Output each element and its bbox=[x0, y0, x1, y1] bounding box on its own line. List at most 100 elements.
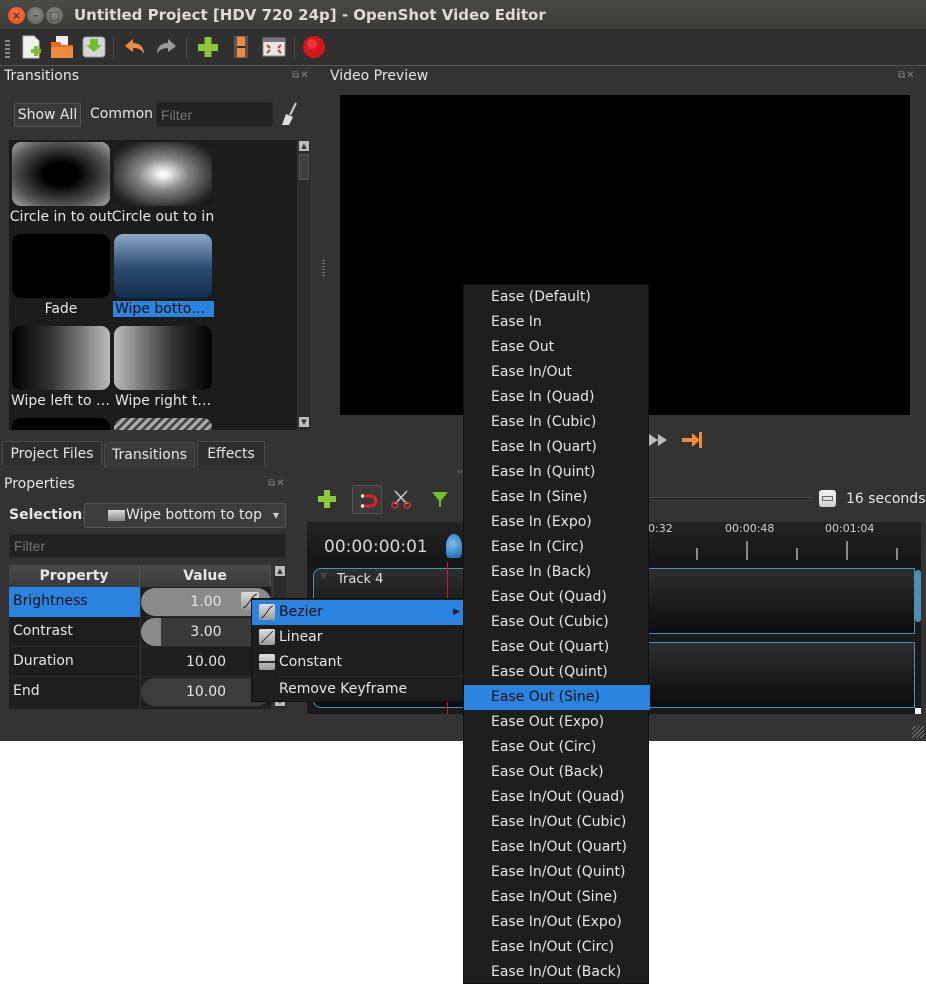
submenu-item[interactable]: Ease In (Back) bbox=[464, 560, 650, 585]
redo-icon bbox=[157, 39, 176, 54]
import-files-button[interactable] bbox=[195, 34, 221, 60]
submenu-item[interactable]: Ease Out (Sine) bbox=[464, 685, 650, 710]
submenu-item[interactable]: Ease In (Circ) bbox=[464, 535, 650, 560]
transition-label[interactable]: Wipe right t… bbox=[115, 393, 211, 409]
transition-thumb-circle-out-to-in[interactable] bbox=[114, 142, 212, 206]
save-project-button[interactable] bbox=[81, 34, 107, 60]
jump-to-end-icon bbox=[682, 432, 702, 448]
jump-to-end-button[interactable] bbox=[680, 429, 704, 451]
tab-effects[interactable]: Effects bbox=[197, 441, 265, 466]
submenu-item[interactable]: Ease Out (Quad) bbox=[464, 585, 650, 610]
add-icon bbox=[198, 37, 218, 57]
properties-dock-buttons[interactable]: ⧉✕ bbox=[268, 478, 286, 489]
timeline-vertical-scrollbar[interactable] bbox=[915, 570, 921, 622]
submenu-item[interactable]: Ease In (Quart) bbox=[464, 435, 650, 460]
submenu-item[interactable]: Ease Out bbox=[464, 335, 650, 360]
submenu-item[interactable]: Ease Out (Quint) bbox=[464, 660, 650, 685]
submenu-item[interactable]: Ease In/Out (Circ) bbox=[464, 935, 650, 960]
submenu-item[interactable]: Ease In/Out (Cubic) bbox=[464, 810, 650, 835]
transition-thumb-wipe-left-to-right[interactable] bbox=[12, 326, 110, 390]
current-time-display: 00:00:00:01 bbox=[324, 537, 428, 557]
add-track-button[interactable] bbox=[316, 488, 338, 510]
column-header-property[interactable]: Property bbox=[9, 565, 140, 587]
window-close-button[interactable]: × bbox=[8, 7, 25, 24]
redo-button[interactable] bbox=[154, 34, 180, 60]
razor-tool-button[interactable] bbox=[390, 488, 412, 510]
show-all-button[interactable]: Show All bbox=[14, 103, 81, 127]
scroll-up-arrow-icon[interactable]: ▲ bbox=[275, 566, 285, 576]
selection-dropdown[interactable]: Wipe bottom to top ▼ bbox=[84, 503, 286, 528]
playhead-handle[interactable] bbox=[446, 534, 462, 558]
submenu-item[interactable]: Ease Out (Circ) bbox=[464, 735, 650, 760]
submenu-item[interactable]: Ease In/Out (Quad) bbox=[464, 785, 650, 810]
window-maximize-button[interactable]: □ bbox=[46, 7, 63, 24]
profile-button[interactable] bbox=[228, 34, 254, 60]
clear-filter-button[interactable] bbox=[280, 102, 300, 126]
toolbar-grip-handle[interactable] bbox=[5, 40, 10, 58]
video-preview-dock-buttons[interactable]: ⧉✕ bbox=[898, 70, 916, 81]
submenu-item[interactable]: Ease In/Out (Expo) bbox=[464, 910, 650, 935]
new-project-button[interactable] bbox=[18, 34, 44, 60]
column-header-value[interactable]: Value bbox=[140, 565, 271, 587]
fast-forward-button[interactable] bbox=[648, 432, 670, 448]
submenu-item[interactable]: Ease In/Out (Sine) bbox=[464, 885, 650, 910]
submenu-item[interactable]: Ease Out (Back) bbox=[464, 760, 650, 785]
open-folder-icon bbox=[51, 36, 73, 58]
submenu-item[interactable]: Ease (Default) bbox=[464, 285, 650, 310]
zoom-slider-handle[interactable] bbox=[819, 490, 836, 507]
submenu-item[interactable]: Ease Out (Cubic) bbox=[464, 610, 650, 635]
export-video-button[interactable] bbox=[301, 34, 327, 60]
transition-thumb[interactable] bbox=[12, 418, 110, 430]
submenu-item[interactable]: Ease Out (Expo) bbox=[464, 710, 650, 735]
resize-grip[interactable] bbox=[912, 726, 924, 738]
timeline-zoom-slider[interactable] bbox=[640, 497, 812, 501]
transition-label[interactable]: Circle in to out bbox=[9, 209, 113, 225]
properties-filter-input[interactable] bbox=[9, 534, 286, 558]
window-minimize-button[interactable]: – bbox=[27, 7, 44, 24]
submenu-item[interactable]: Ease Out (Quart) bbox=[464, 635, 650, 660]
menu-item-remove-keyframe[interactable]: Remove Keyframe bbox=[252, 677, 465, 702]
property-name: Duration bbox=[13, 653, 74, 669]
undo-button[interactable] bbox=[121, 34, 147, 60]
transition-thumb[interactable] bbox=[114, 418, 212, 430]
transitions-scrollbar[interactable]: ▲ ▼ bbox=[297, 140, 310, 430]
toolbar-separator bbox=[113, 38, 114, 58]
transition-thumb-wipe-right-to-left[interactable] bbox=[114, 326, 212, 390]
transition-thumb-wipe-bottom-to-top[interactable] bbox=[114, 234, 212, 298]
transition-label[interactable]: Wipe left to … bbox=[11, 393, 110, 409]
submenu-item[interactable]: Ease In bbox=[464, 310, 650, 335]
transitions-dock-buttons[interactable]: ⧉✕ bbox=[292, 70, 310, 81]
scrollbar-thumb[interactable] bbox=[299, 154, 309, 180]
submenu-item[interactable]: Ease In/Out (Quint) bbox=[464, 860, 650, 885]
transition-label[interactable]: Circle out to in bbox=[111, 209, 215, 225]
submenu-item[interactable]: Ease In (Sine) bbox=[464, 485, 650, 510]
submenu-item[interactable]: Ease In (Cubic) bbox=[464, 410, 650, 435]
common-filter-button[interactable]: Common bbox=[90, 106, 153, 122]
splitter-handle[interactable] bbox=[322, 260, 325, 276]
fullscreen-button[interactable] bbox=[261, 34, 287, 60]
transition-label-selected[interactable]: Wipe botto… bbox=[113, 301, 214, 317]
menu-item-constant[interactable]: Constant bbox=[252, 650, 465, 675]
tab-project-files[interactable]: Project Files bbox=[2, 441, 102, 466]
submenu-item[interactable]: Ease In/Out bbox=[464, 360, 650, 385]
transition-thumb-circle-in-to-out[interactable] bbox=[12, 142, 110, 206]
submenu-item[interactable]: Ease In (Quad) bbox=[464, 385, 650, 410]
transition-label[interactable]: Fade bbox=[9, 301, 113, 317]
submenu-item[interactable]: Ease In (Quint) bbox=[464, 460, 650, 485]
menu-item-bezier[interactable]: Bezier ▶ bbox=[252, 600, 465, 625]
scroll-down-arrow-icon[interactable]: ▼ bbox=[299, 417, 309, 427]
scroll-up-arrow-icon[interactable]: ▲ bbox=[299, 141, 309, 151]
collapse-track-icon[interactable]: ▼ bbox=[320, 571, 328, 582]
submenu-item[interactable]: Ease In/Out (Quart) bbox=[464, 835, 650, 860]
properties-panel-title: Properties bbox=[4, 476, 75, 492]
submenu-item[interactable]: Ease In (Expo) bbox=[464, 510, 650, 535]
snapping-toggle-button[interactable] bbox=[352, 485, 382, 514]
submenu-item[interactable]: Ease In/Out (Back) bbox=[464, 960, 650, 985]
transition-thumb-fade[interactable] bbox=[12, 234, 110, 298]
ruler-tick bbox=[746, 541, 748, 560]
open-project-button[interactable] bbox=[49, 34, 75, 60]
tab-transitions[interactable]: Transitions bbox=[104, 442, 195, 468]
transitions-filter-input[interactable] bbox=[156, 102, 273, 127]
add-marker-button[interactable] bbox=[430, 489, 450, 509]
menu-item-linear[interactable]: Linear bbox=[252, 625, 465, 650]
